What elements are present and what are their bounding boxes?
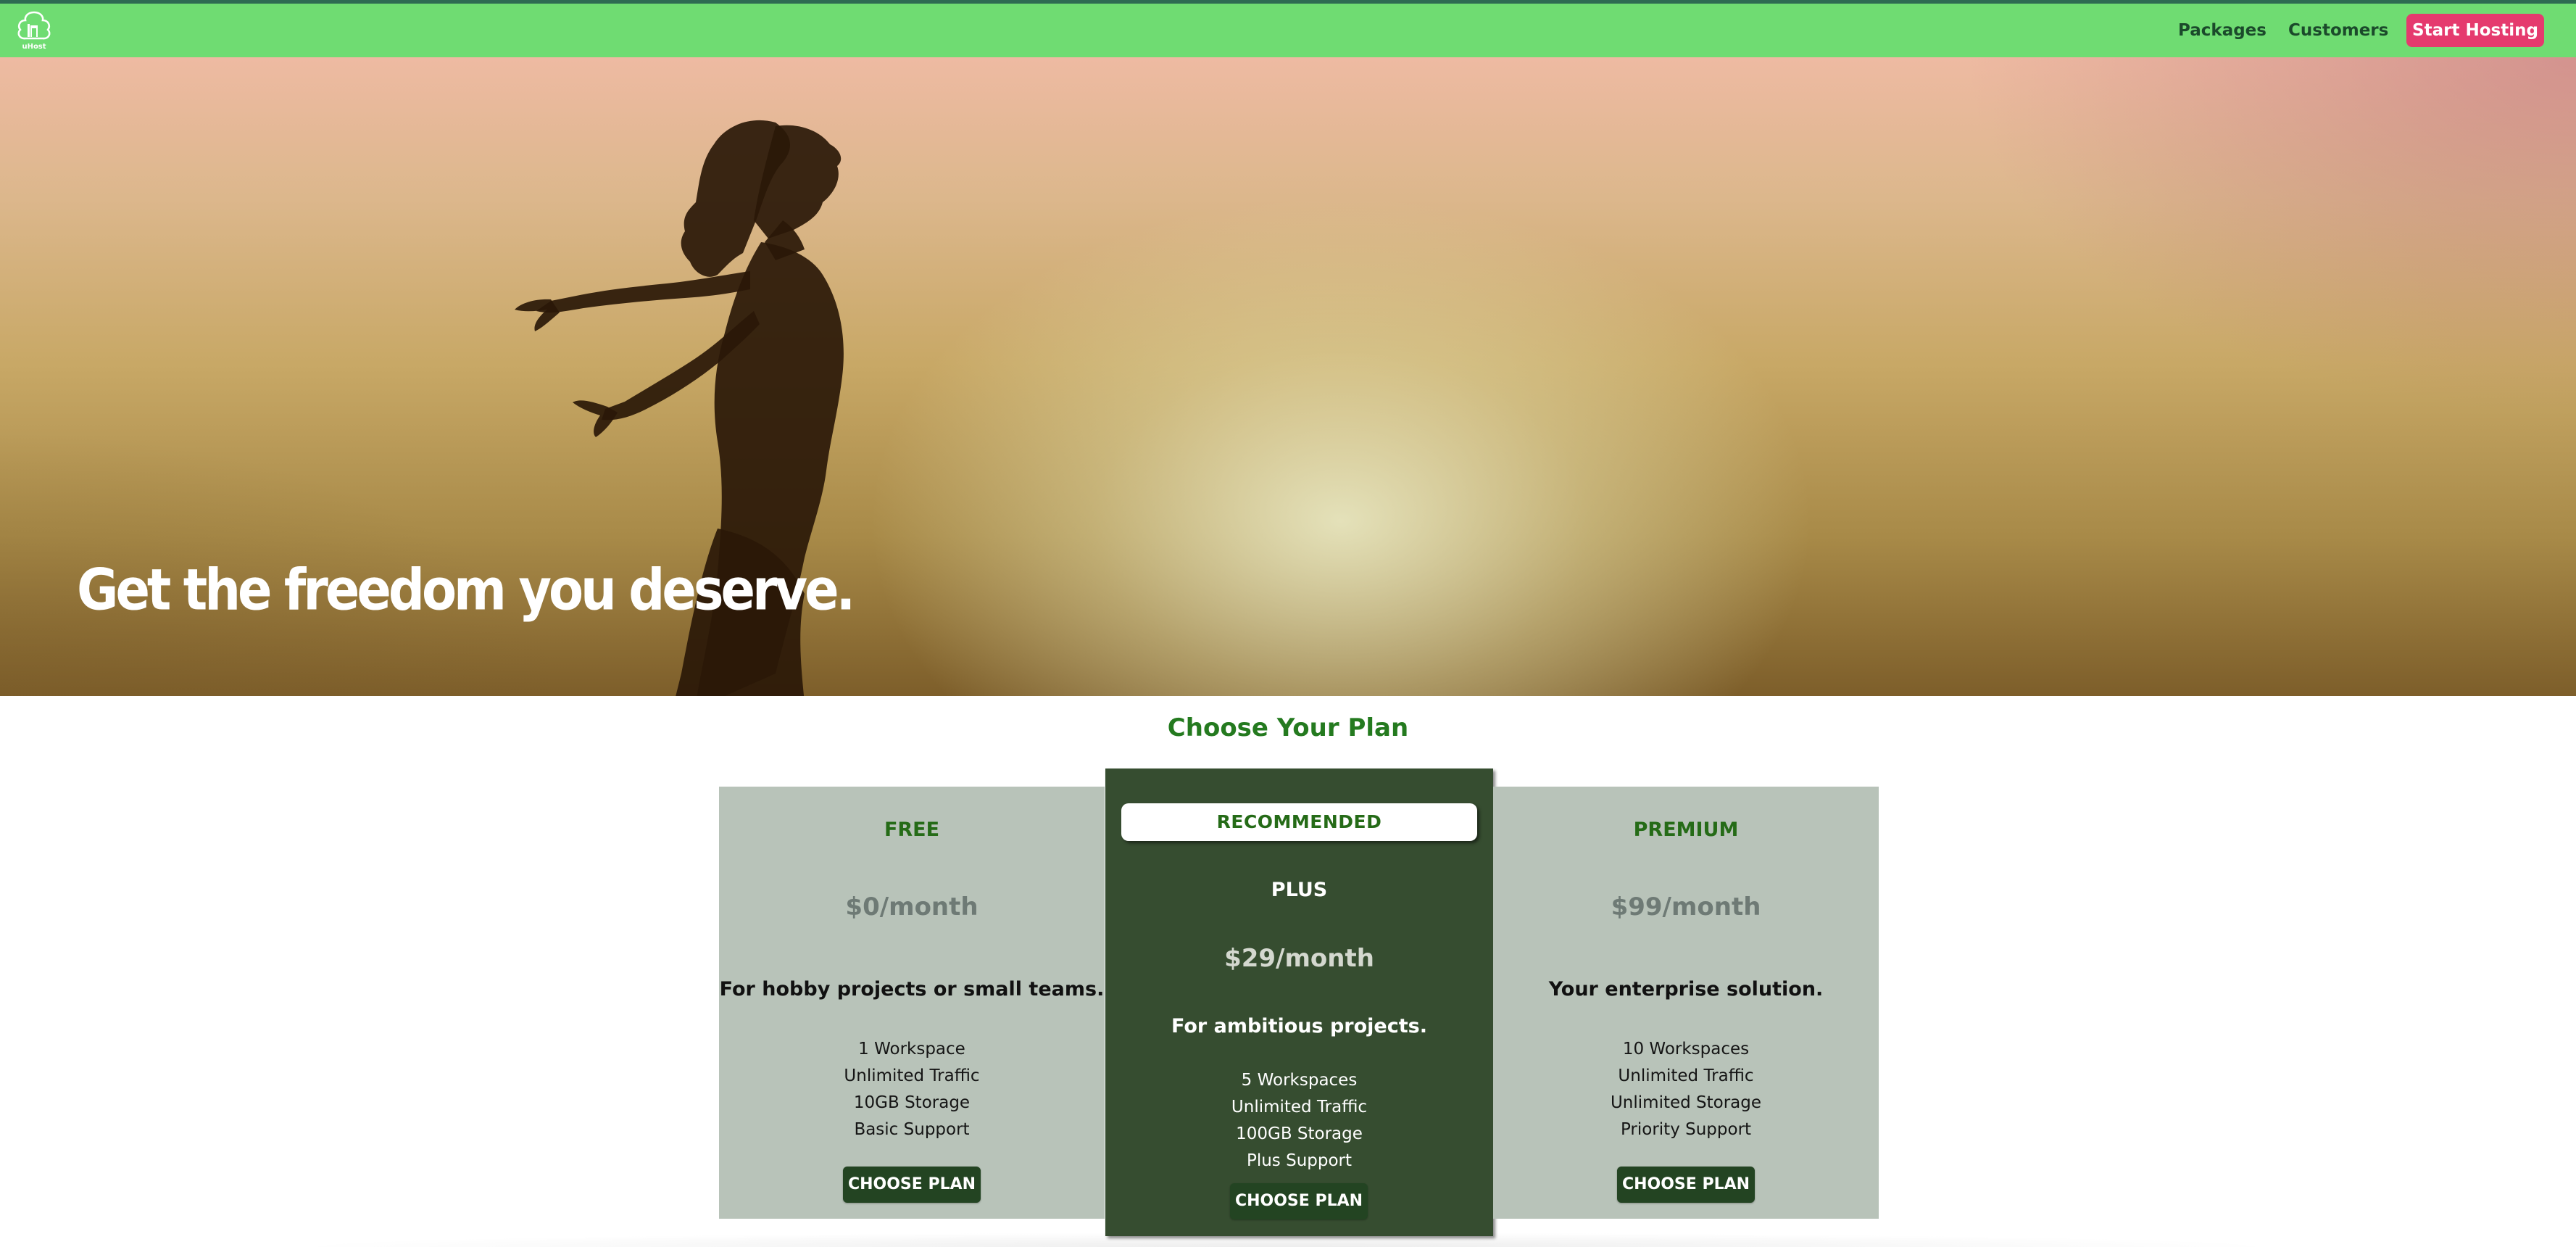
plan-feature: Basic Support — [854, 1120, 970, 1139]
choose-plan-free-button[interactable]: CHOOSE PLAN — [843, 1167, 981, 1203]
nav-link-packages[interactable]: Packages — [2178, 20, 2267, 41]
plan-card-plus: RECOMMENDED PLUS $29/month For ambitious… — [1105, 768, 1493, 1236]
plan-tagline: For hobby projects or small teams. — [719, 978, 1105, 1000]
svg-text:uHost: uHost — [22, 43, 46, 51]
recommended-badge: RECOMMENDED — [1121, 803, 1477, 841]
main-nav: uHost Packages Customers Start Hosting — [0, 4, 2576, 57]
start-hosting-button[interactable]: Start Hosting — [2406, 14, 2544, 47]
plan-feature: 10GB Storage — [853, 1093, 971, 1112]
plan-tagline: For ambitious projects. — [1171, 1015, 1427, 1037]
plan-card-premium: PREMIUM $99/month Your enterprise soluti… — [1493, 787, 1879, 1219]
plan-feature: Unlimited Traffic — [1618, 1066, 1754, 1085]
tree-house-logo-icon: uHost — [12, 8, 57, 53]
choose-plan-premium-button[interactable]: CHOOSE PLAN — [1617, 1167, 1755, 1203]
logo-link[interactable]: uHost — [12, 8, 57, 53]
plan-feature-list: 1 Workspace Unlimited Traffic 10GB Stora… — [719, 1036, 1105, 1143]
plan-price: $99/month — [1611, 892, 1761, 921]
plan-feature: Unlimited Traffic — [844, 1066, 980, 1085]
section-shadow — [290, 1225, 2283, 1247]
plan-name: FREE — [884, 819, 940, 841]
plan-feature: Unlimited Storage — [1610, 1093, 1762, 1112]
plan-feature: 10 Workspaces — [1622, 1040, 1750, 1058]
plan-name: PLUS — [1271, 879, 1328, 901]
plan-feature-list: 10 Workspaces Unlimited Traffic Unlimite… — [1493, 1036, 1879, 1143]
plan-feature: 1 Workspace — [858, 1040, 965, 1058]
plan-price: $29/month — [1224, 944, 1374, 973]
plans-section-title: Choose Your Plan — [1167, 713, 1409, 742]
hero-headline: Get the freedom you deserve. — [77, 556, 855, 624]
nav-link-customers[interactable]: Customers — [2288, 20, 2388, 41]
plan-feature: 5 Workspaces — [1241, 1071, 1358, 1090]
choose-plan-plus-button[interactable]: CHOOSE PLAN — [1230, 1183, 1368, 1219]
plan-feature: Unlimited Traffic — [1231, 1098, 1368, 1116]
plan-feature-list: 5 Workspaces Unlimited Traffic 100GB Sto… — [1105, 1067, 1493, 1174]
hero-banner: Get the freedom you deserve. — [0, 57, 2576, 696]
plan-price: $0/month — [845, 892, 979, 921]
plan-tagline: Your enterprise solution. — [1548, 978, 1824, 1000]
plan-feature: Plus Support — [1246, 1151, 1353, 1170]
plan-feature: Priority Support — [1620, 1120, 1752, 1139]
plan-card-free: FREE $0/month For hobby projects or smal… — [719, 787, 1105, 1219]
plan-name: PREMIUM — [1633, 819, 1739, 841]
plan-feature: 100GB Storage — [1236, 1124, 1363, 1143]
